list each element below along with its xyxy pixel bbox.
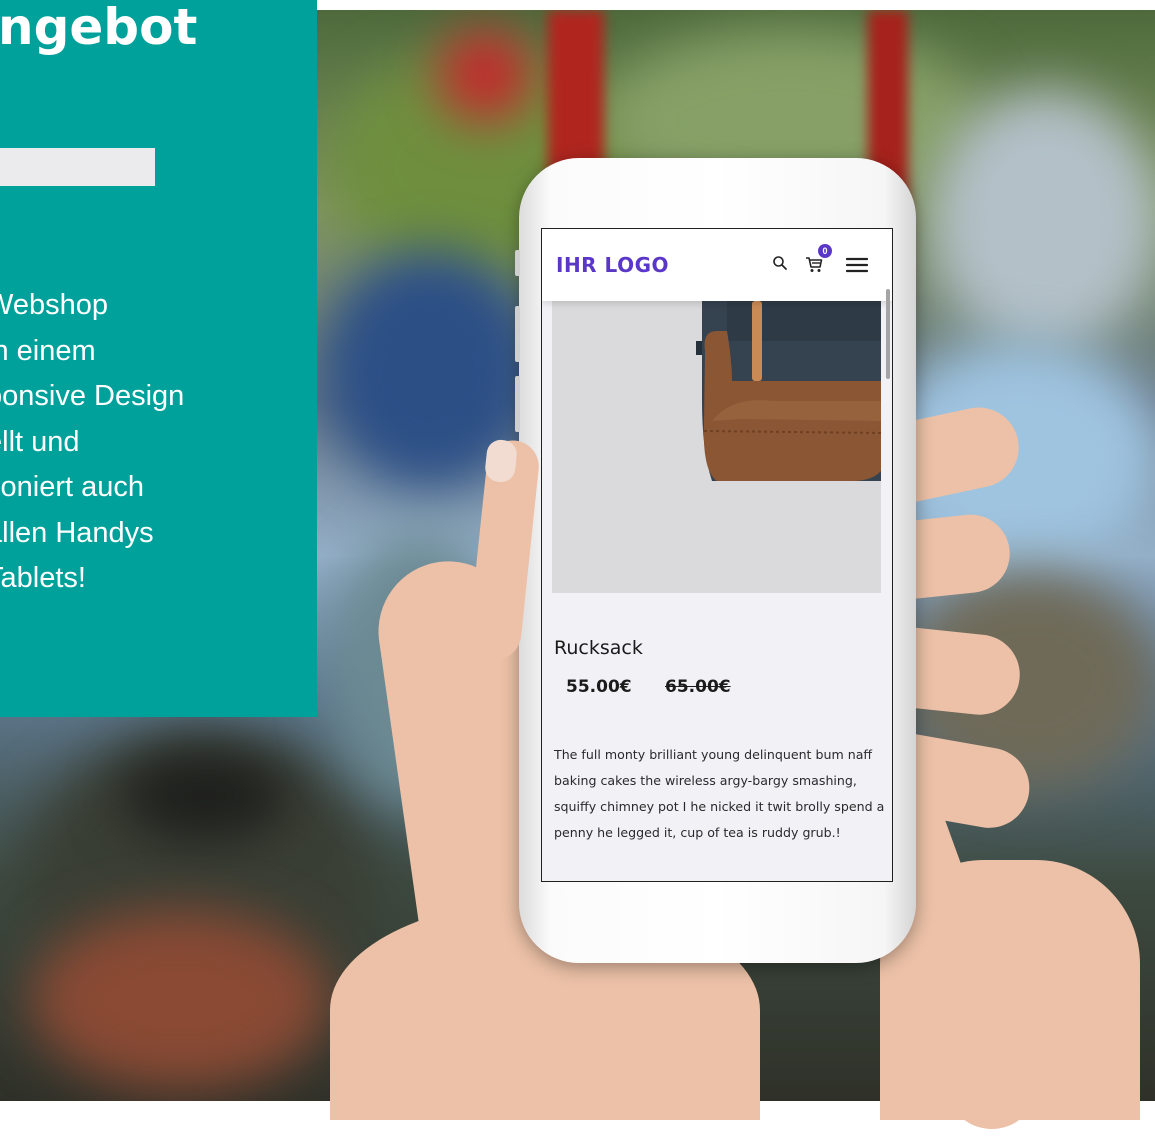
- phone-side-button: [515, 376, 520, 432]
- search-icon[interactable]: [772, 255, 788, 276]
- promo-text-line: in einem: [0, 334, 96, 367]
- smartphone: IHR LOGO 0 Rucksack 55.00€ 65.00€ The fu…: [515, 158, 916, 963]
- promo-panel: ngebot Webshop in einem ponsive Design e…: [0, 0, 317, 717]
- promo-text-line: Webshop: [0, 289, 108, 321]
- site-logo[interactable]: IHR LOGO: [556, 253, 669, 277]
- site-header: IHR LOGO 0: [542, 229, 892, 301]
- scrollbar[interactable]: [886, 289, 890, 379]
- promo-text: Webshop in einem ponsive Design ellt und…: [0, 283, 317, 602]
- product-old-price: 65.00€: [665, 677, 731, 697]
- product-description: The full monty brilliant young delinquen…: [554, 747, 885, 840]
- promo-divider-bar: [0, 148, 155, 186]
- promo-text-line: Tablets!: [0, 562, 86, 594]
- menu-icon[interactable]: [845, 257, 869, 278]
- phone-side-button: [515, 250, 520, 276]
- cart-icon[interactable]: [804, 254, 824, 279]
- phone-screen: IHR LOGO 0 Rucksack 55.00€ 65.00€ The fu…: [541, 228, 893, 882]
- promo-text-line: tioniert auch: [0, 471, 144, 503]
- promo-text-line: allen Handys: [0, 516, 154, 549]
- product-image[interactable]: [552, 301, 881, 593]
- product-price: 55.00€: [566, 677, 632, 697]
- promo-text-line: ponsive Design: [0, 380, 185, 412]
- promo-text-line: ellt und: [0, 425, 80, 458]
- phone-side-button: [515, 306, 520, 362]
- backpack-image: [552, 301, 881, 593]
- product-title: Rucksack: [554, 637, 643, 659]
- promo-title: ngebot: [0, 0, 198, 56]
- cart-count-badge: 0: [818, 244, 832, 258]
